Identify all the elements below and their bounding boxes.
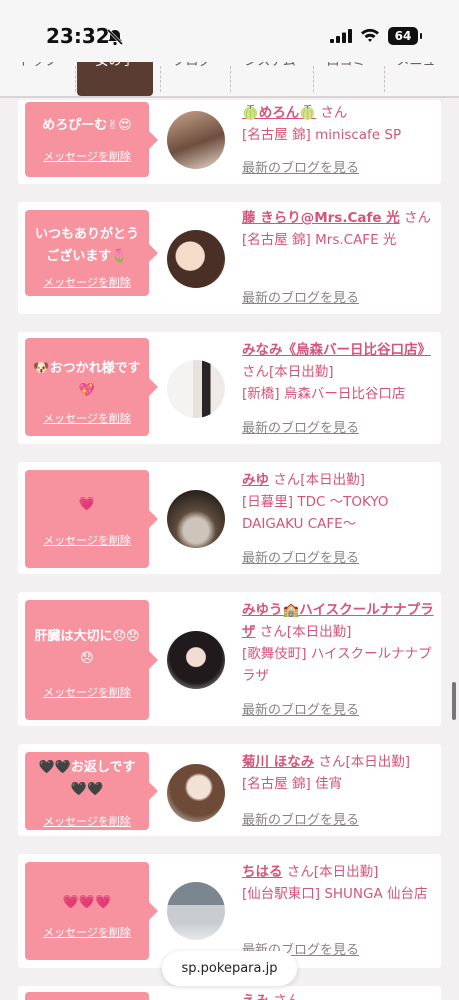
message-text: いつもありがとうございます🌷 <box>34 227 139 264</box>
tab-blog[interactable]: ブログ <box>162 62 222 88</box>
scrollbar[interactable] <box>452 682 456 720</box>
nav-divider <box>160 66 161 92</box>
nav-divider <box>313 66 314 92</box>
honorific: さん <box>259 624 287 640</box>
top-nav: トップ 女の子 ブログ システム 口コミ メニュー <box>0 62 459 98</box>
avatar[interactable] <box>167 490 225 548</box>
shop-link[interactable]: [日暮里] TDC 〜TOKYO DAIGAKU CAFE〜 <box>242 494 389 532</box>
battery-icon: 64 <box>388 27 422 45</box>
message-card: 肝臓は大切に😞😞😞 メッセージを削除 みゆう🏫ハイスクールナナプラザ さん[本日… <box>18 592 441 726</box>
honorific: さん <box>273 993 300 1000</box>
girl-info: ちはる さん[本日出勤] [仙台駅東口] SHUNGA 仙台店 <box>242 861 434 905</box>
message-text: 肝臓は大切に😞😞😞 <box>34 629 140 666</box>
work-status: [本日出勤] <box>269 364 334 380</box>
latest-blog-link[interactable]: 最新のブログを見る <box>242 417 359 436</box>
message-card: めろぴーむ✌😍 メッセージを削除 🍈めろん🍈 さん [名古屋 錦] minisc… <box>18 100 441 184</box>
tab-reviews[interactable]: 口コミ <box>315 62 377 88</box>
message-bubble: 💗💗💗 メッセージを削除 <box>25 862 158 960</box>
latest-blog-link[interactable]: 最新のブログを見る <box>242 287 359 306</box>
girl-name-link[interactable]: えみ <box>242 993 269 1000</box>
nav-divider <box>384 66 385 92</box>
work-status: [本日出勤] <box>286 624 352 640</box>
bell-muted-icon <box>106 28 124 46</box>
work-status: [本日出勤] <box>300 472 365 488</box>
wifi-icon <box>361 28 379 42</box>
nav-divider <box>75 66 76 92</box>
avatar[interactable] <box>167 111 225 169</box>
shop-link[interactable]: [名古屋 錦] Mrs.CAFE 光 <box>242 232 396 248</box>
girl-name-link[interactable]: 藤 きらり@Mrs.Cafe 光 <box>242 210 400 226</box>
honorific: さん <box>273 472 301 488</box>
girl-name-link[interactable]: みゆ <box>242 472 269 488</box>
message-text: 💗 <box>78 497 96 512</box>
latest-blog-link[interactable]: 最新のブログを見る <box>242 547 359 566</box>
girl-name-link[interactable]: 🍈めろん🍈 <box>242 105 316 121</box>
avatar[interactable] <box>167 631 225 689</box>
message-card: いつもありがとうございます🌷 メッセージを削除 藤 きらり@Mrs.Cafe 光… <box>18 202 441 314</box>
tab-system[interactable]: システム <box>232 62 308 88</box>
message-text: 🐶おつかれ様です💖 <box>33 361 141 398</box>
tab-menu[interactable]: メニュー <box>386 62 459 88</box>
work-status: [本日出勤] <box>345 754 411 770</box>
cellular-signal-icon <box>330 29 352 43</box>
delete-message-link[interactable]: メッセージを削除 <box>25 148 149 164</box>
girl-info: 🍈めろん🍈 さん [名古屋 錦] miniscafe SP <box>242 102 434 146</box>
message-text: めろぴーむ✌😍 <box>42 118 132 133</box>
girl-info: みゆ さん[本日出勤] [日暮里] TDC 〜TOKYO DAIGAKU CAF… <box>242 469 434 535</box>
shop-link[interactable]: [名古屋 錦] miniscafe SP <box>242 127 401 143</box>
girl-info: えみ さん <box>242 990 434 1000</box>
clock: 23:32 <box>46 24 110 48</box>
message-bubble: 💗 メッセージを削除 <box>25 470 158 568</box>
address-bar[interactable]: sp.pokepara.jp <box>162 951 297 986</box>
avatar[interactable] <box>167 764 225 822</box>
honorific: さん <box>404 210 431 226</box>
avatar[interactable] <box>167 360 225 418</box>
nav-divider <box>230 66 231 92</box>
message-bubble: 肝臓は大切に😞😞😞 メッセージを削除 <box>25 600 158 720</box>
tab-girls[interactable]: 女の子 <box>77 62 153 96</box>
shop-link[interactable]: [新橋] 烏森バー日比谷口店 <box>242 386 405 402</box>
girl-name-link[interactable]: ちはる <box>242 864 283 880</box>
avatar[interactable] <box>167 230 225 288</box>
delete-message-link[interactable]: メッセージを削除 <box>25 684 149 700</box>
honorific: さん <box>242 364 269 380</box>
honorific: さん <box>320 105 348 121</box>
honorific: さん <box>286 864 314 880</box>
work-status: [本日出勤] <box>313 864 379 880</box>
latest-blog-link[interactable]: 最新のブログを見る <box>242 157 359 176</box>
message-bubble: めろぴーむ✌😍 メッセージを削除 <box>25 102 158 177</box>
message-card: 🐶おつかれ様です💖 メッセージを削除 みなみ《烏森バー日比谷口店》 さん[本日出… <box>18 332 441 444</box>
shop-link[interactable]: [名古屋 錦] 佳宵 <box>242 776 342 792</box>
message-card: 💗 メッセージを削除 みゆ さん[本日出勤] [日暮里] TDC 〜TOKYO … <box>18 462 441 574</box>
status-bar: 23:32 64 <box>0 0 459 62</box>
message-card: 🖤🖤お返しです🖤🖤 メッセージを削除 菊川 ほなみ さん[本日出勤] [名古屋 … <box>18 744 441 836</box>
delete-message-link[interactable]: メッセージを削除 <box>25 924 149 940</box>
avatar[interactable] <box>167 882 225 940</box>
message-bubble: 🖤🖤お返しです🖤🖤 メッセージを削除 <box>25 752 158 830</box>
girl-info: みゆう🏫ハイスクールナナプラザ さん[本日出勤] [歌舞伎町] ハイスクールナナ… <box>242 599 434 687</box>
girl-name-link[interactable]: みなみ《烏森バー日比谷口店》 <box>242 342 431 358</box>
message-bubble: いつもありがとうございます🌷 メッセージを削除 <box>25 210 158 296</box>
girl-name-link[interactable]: 菊川 ほなみ <box>242 754 314 770</box>
delete-message-link[interactable]: メッセージを削除 <box>25 813 149 829</box>
latest-blog-link[interactable]: 最新のブログを見る <box>242 809 359 828</box>
delete-message-link[interactable]: メッセージを削除 <box>25 410 149 426</box>
message-text: 💗💗💗 <box>62 895 112 910</box>
latest-blog-link[interactable]: 最新のブログを見る <box>242 699 359 718</box>
shop-link[interactable]: [歌舞伎町] ハイスクールナナプラザ <box>242 646 432 684</box>
message-bubble <box>25 992 149 1000</box>
delete-message-link[interactable]: メッセージを削除 <box>25 274 149 290</box>
girl-info: 菊川 ほなみ さん[本日出勤] [名古屋 錦] 佳宵 <box>242 751 434 795</box>
message-card: えみ さん <box>18 986 441 1000</box>
message-bubble: 🐶おつかれ様です💖 メッセージを削除 <box>25 338 158 436</box>
girl-info: 藤 きらり@Mrs.Cafe 光 さん [名古屋 錦] Mrs.CAFE 光 <box>242 207 434 251</box>
shop-link[interactable]: [仙台駅東口] SHUNGA 仙台店 <box>242 886 428 902</box>
delete-message-link[interactable]: メッセージを削除 <box>25 532 149 548</box>
girl-info: みなみ《烏森バー日比谷口店》 さん[本日出勤] [新橋] 烏森バー日比谷口店 <box>242 339 434 405</box>
tab-top[interactable]: トップ <box>8 62 68 88</box>
honorific: さん <box>318 754 346 770</box>
message-text: 🖤🖤お返しです🖤🖤 <box>38 760 136 797</box>
